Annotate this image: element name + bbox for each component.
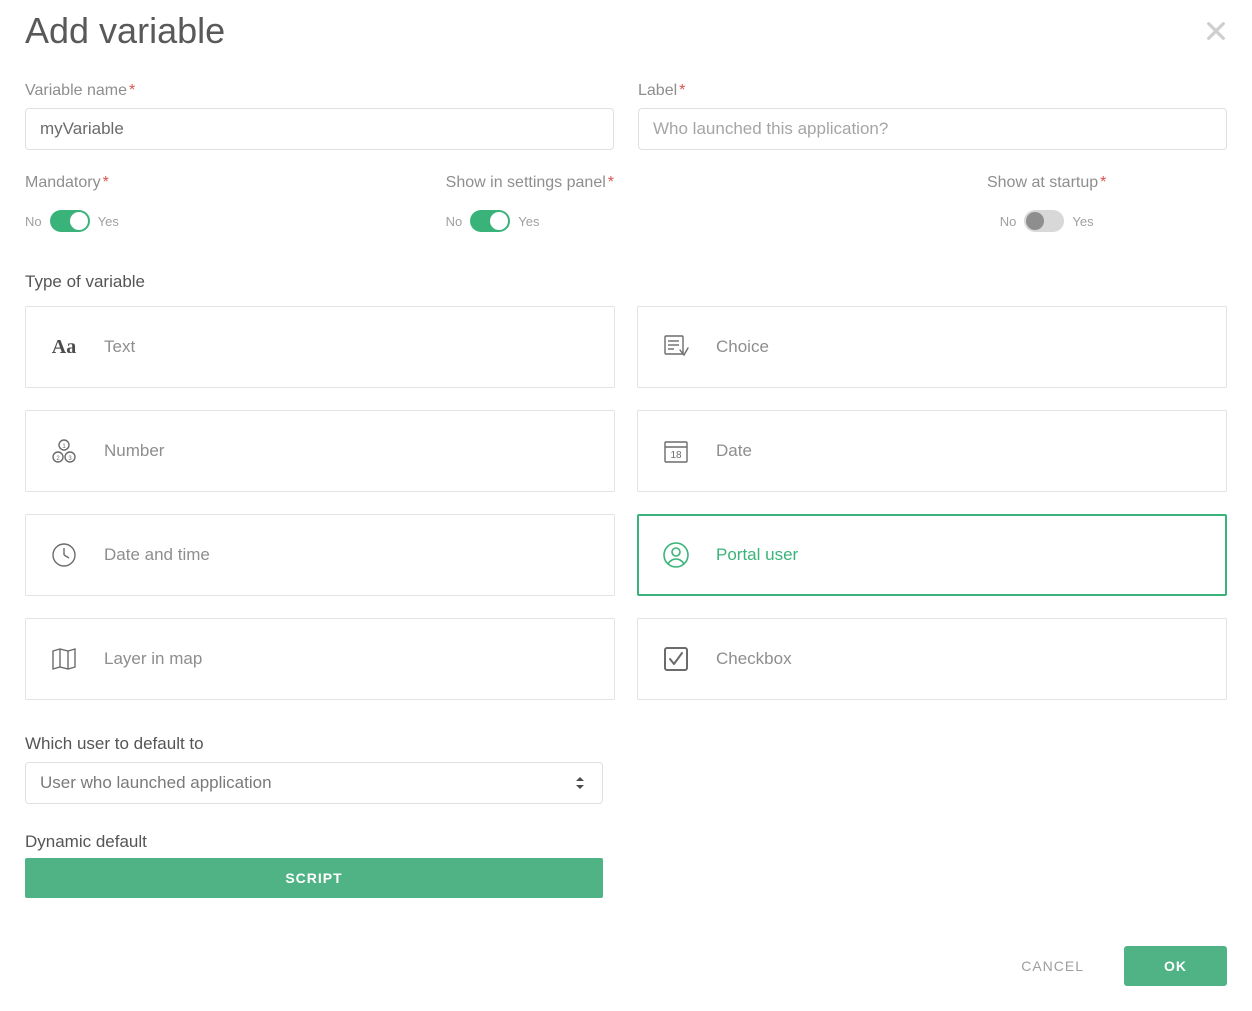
type-card-date[interactable]: 18 Date (637, 410, 1227, 492)
mandatory-label: Mandatory* (25, 174, 386, 192)
text-icon: Aa (50, 336, 78, 359)
type-label-layer: Layer in map (104, 649, 202, 669)
type-card-text[interactable]: Aa Text (25, 306, 615, 388)
date-icon: 18 (662, 437, 690, 465)
type-label-text: Text (104, 337, 135, 357)
show-settings-toggle[interactable] (470, 210, 510, 232)
variable-name-label: Variable name* (25, 82, 614, 100)
type-card-layer[interactable]: Layer in map (25, 618, 615, 700)
close-icon[interactable] (1205, 20, 1227, 42)
dynamic-default-label: Dynamic default (25, 832, 1227, 852)
show-settings-no: No (446, 214, 463, 229)
show-startup-label: Show at startup* (866, 174, 1227, 192)
show-startup-no: No (1000, 214, 1017, 229)
checkbox-icon (662, 645, 690, 673)
portal-user-icon (662, 541, 690, 569)
datetime-icon (50, 541, 78, 569)
default-user-label: Which user to default to (25, 734, 1227, 754)
mandatory-toggle[interactable] (50, 210, 90, 232)
show-startup-yes: Yes (1072, 214, 1093, 229)
label-input[interactable] (638, 108, 1227, 150)
svg-text:18: 18 (670, 450, 682, 461)
type-card-portal-user[interactable]: Portal user (637, 514, 1227, 596)
choice-icon (662, 333, 690, 361)
type-card-number[interactable]: 1 2 3 Number (25, 410, 615, 492)
cancel-button[interactable]: CANCEL (1021, 958, 1084, 974)
type-label-datetime: Date and time (104, 545, 210, 565)
type-section-label: Type of variable (25, 272, 1227, 292)
show-settings-yes: Yes (518, 214, 539, 229)
mandatory-yes: Yes (98, 214, 119, 229)
script-button[interactable]: SCRIPT (25, 858, 603, 898)
mandatory-no: No (25, 214, 42, 229)
show-settings-label: Show in settings panel* (446, 174, 807, 192)
dialog-title: Add variable (25, 10, 225, 52)
ok-button[interactable]: OK (1124, 946, 1227, 986)
type-card-datetime[interactable]: Date and time (25, 514, 615, 596)
type-label-number: Number (104, 441, 164, 461)
type-card-checkbox[interactable]: Checkbox (637, 618, 1227, 700)
type-label-date: Date (716, 441, 752, 461)
type-label-portal-user: Portal user (716, 545, 798, 565)
show-startup-toggle[interactable] (1024, 210, 1064, 232)
number-icon: 1 2 3 (50, 437, 78, 465)
type-card-choice[interactable]: Choice (637, 306, 1227, 388)
type-label-choice: Choice (716, 337, 769, 357)
default-user-select[interactable]: User who launched application (25, 762, 603, 804)
variable-name-input[interactable] (25, 108, 614, 150)
type-label-checkbox: Checkbox (716, 649, 792, 669)
label-field-label: Label* (638, 82, 1227, 100)
layer-icon (50, 645, 78, 673)
